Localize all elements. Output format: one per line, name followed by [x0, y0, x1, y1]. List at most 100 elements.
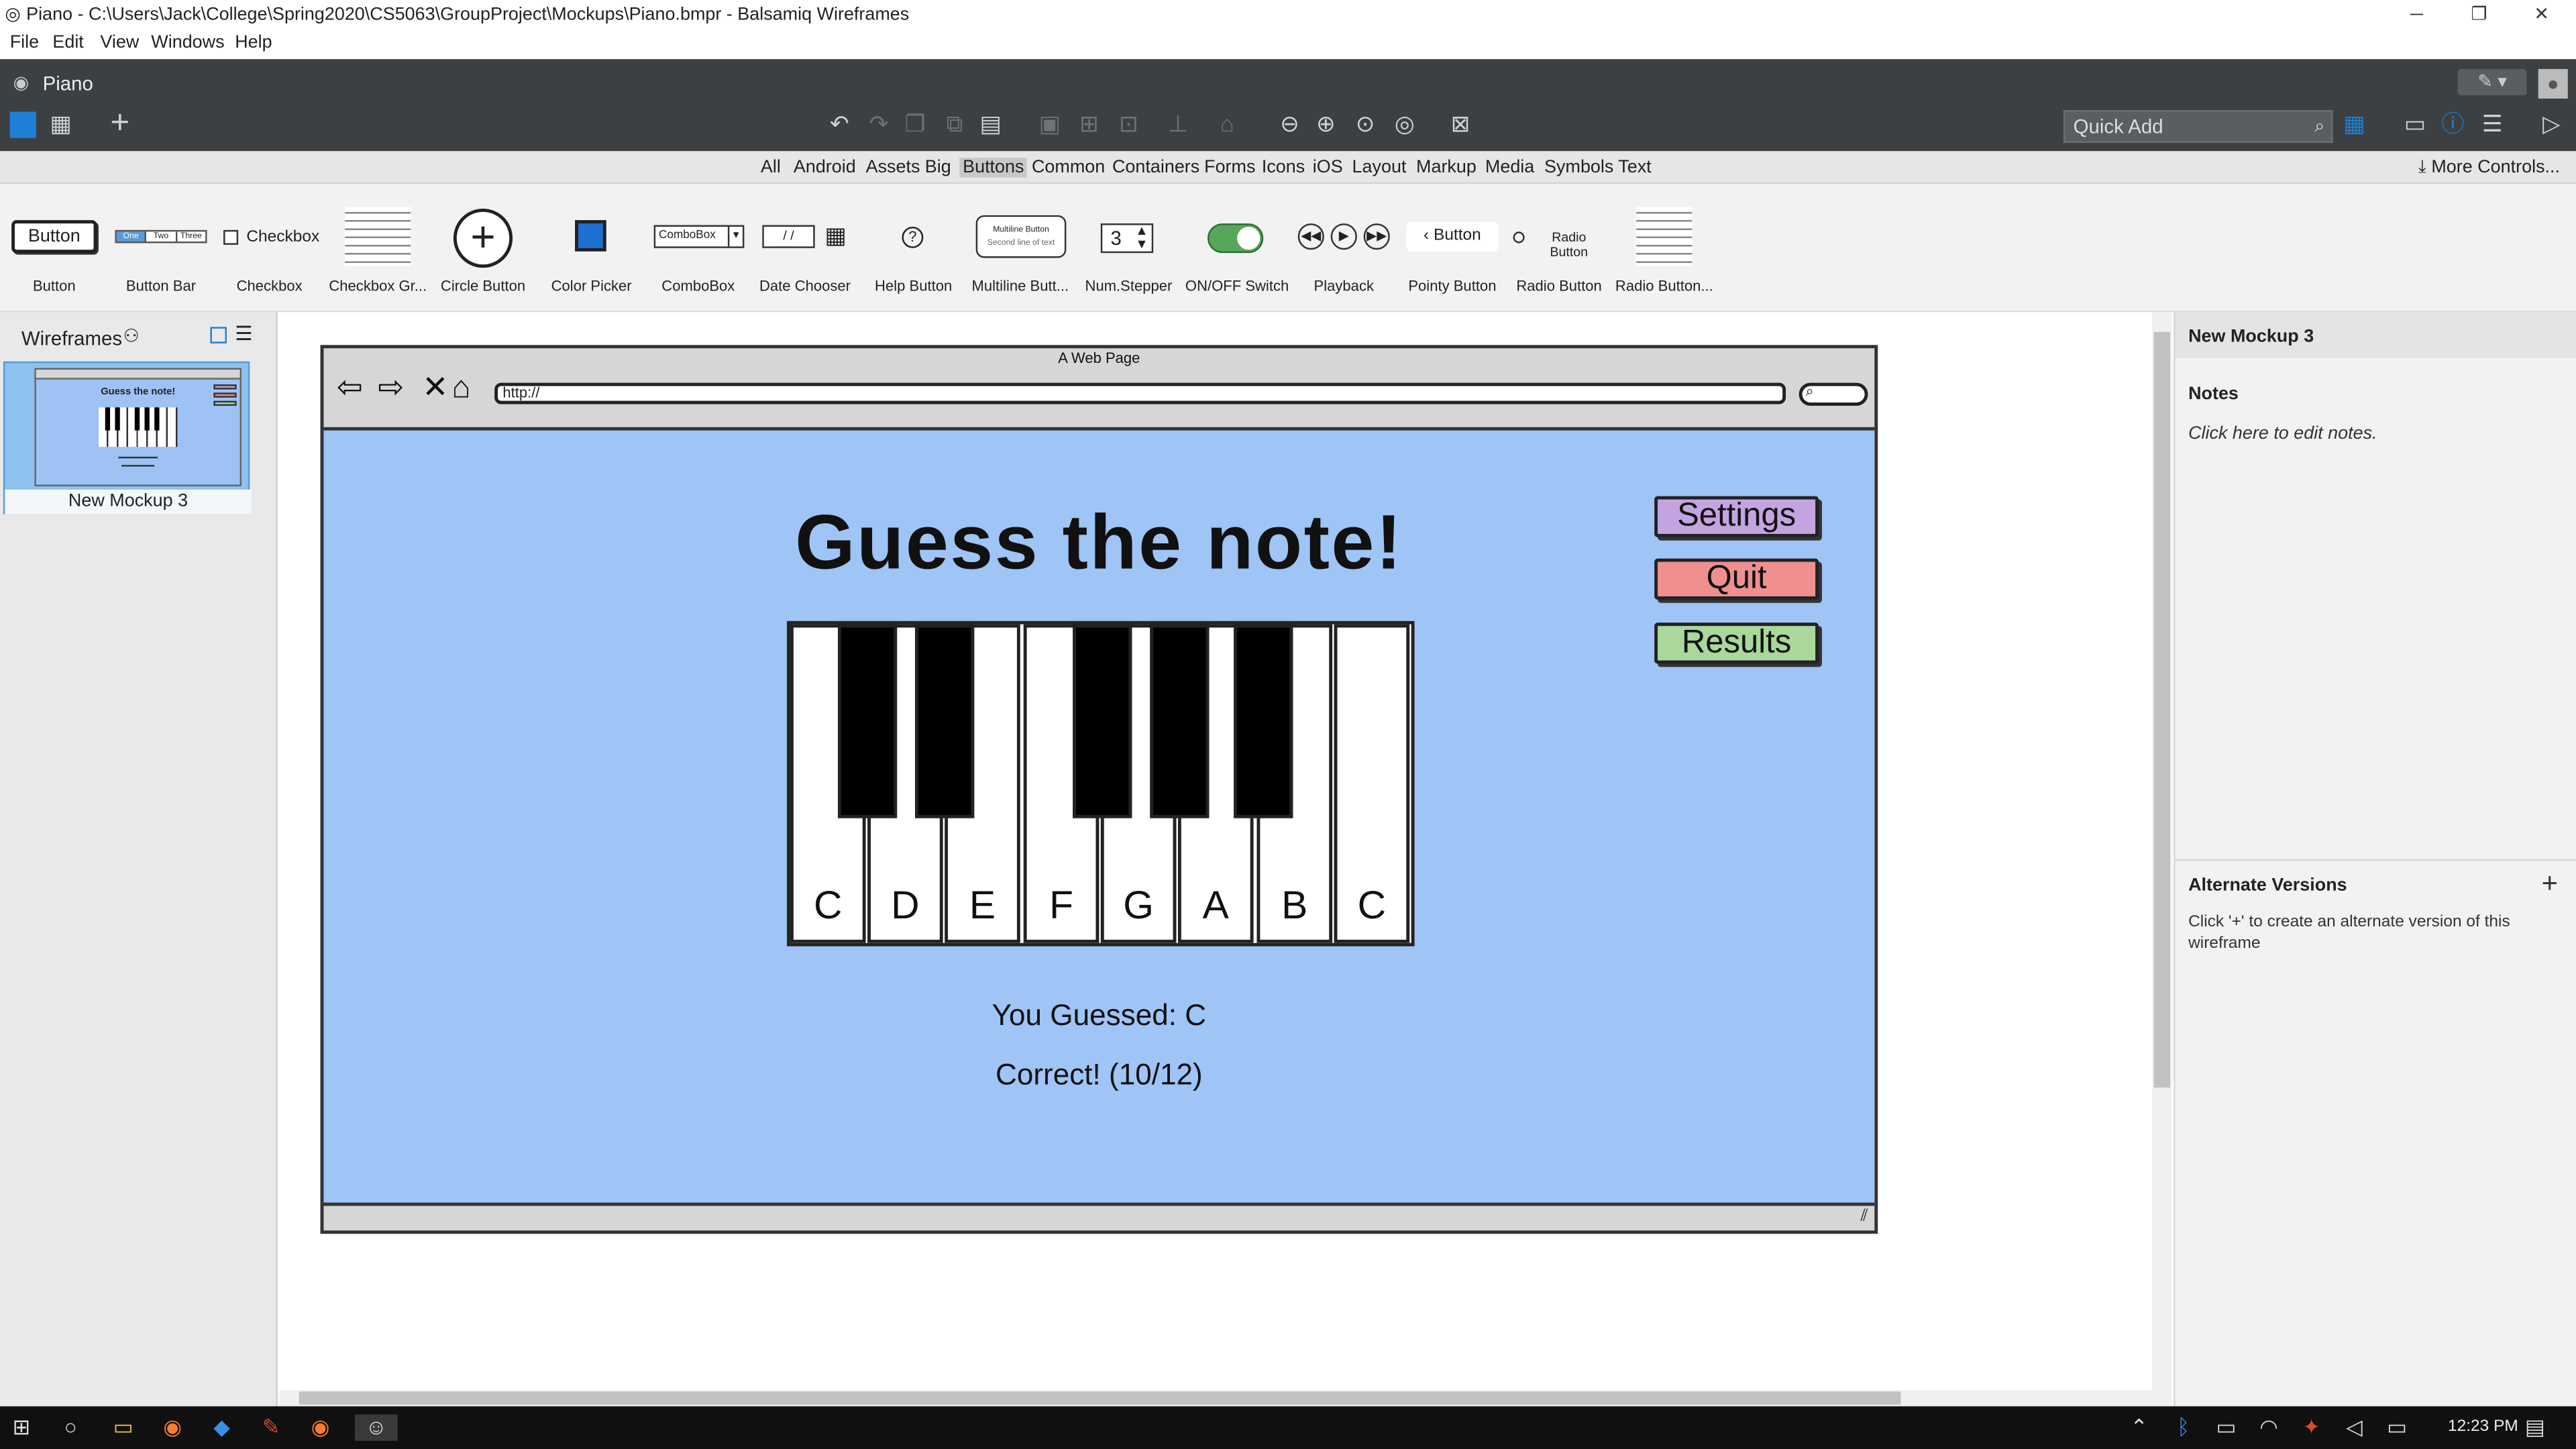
menu-edit[interactable]: Edit [52, 33, 83, 52]
category-forms[interactable]: Forms [1204, 158, 1255, 177]
volume-icon[interactable]: ◁ [2339, 1415, 2369, 1441]
category-common[interactable]: Common [1032, 158, 1105, 177]
component-radio-button[interactable]: Radio Button Radio Button [1511, 184, 1607, 312]
keyboard-icon[interactable]: ▭ [2382, 1415, 2412, 1441]
menu-windows[interactable]: Windows [151, 33, 224, 52]
bring-front-icon[interactable]: ⊡ [1114, 109, 1143, 138]
component-radio-button-group[interactable]: Radio Button... [1615, 184, 1713, 312]
info-icon[interactable]: ⓘ [2438, 109, 2467, 138]
tray-overflow-icon[interactable]: ⌃ [2125, 1415, 2154, 1441]
menu-help[interactable]: Help [235, 33, 272, 52]
single-view-icon[interactable] [9, 111, 36, 138]
copy-icon[interactable]: ⧉ [940, 109, 969, 138]
balsamiq-taskbar-icon[interactable]: ☺ [354, 1414, 398, 1441]
results-button[interactable]: Results [1654, 623, 1819, 664]
category-icons[interactable]: Icons [1262, 158, 1305, 177]
category-media[interactable]: Media [1485, 158, 1534, 177]
horizontal-scroll-thumb[interactable] [299, 1391, 1901, 1405]
add-icon[interactable]: + [105, 107, 135, 140]
black-key-a-sharp[interactable] [1234, 624, 1293, 818]
notes-edit-field[interactable]: Click here to edit notes. [2188, 424, 2377, 443]
vertical-scrollbar[interactable] [2152, 312, 2172, 1407]
grid-view-icon[interactable]: ▦ [46, 109, 76, 138]
zoom-fit-icon[interactable]: ◎ [1390, 109, 1419, 138]
firefox-icon[interactable]: ◉ [158, 1415, 187, 1441]
vertical-scroll-thumb[interactable] [2153, 331, 2171, 1088]
quick-add-input[interactable]: Quick Add ⌕ [2063, 110, 2333, 144]
align-icon[interactable]: ⊥ [1163, 109, 1193, 138]
component-on-off-switch[interactable]: ON/OFF Switch [1185, 184, 1289, 312]
close-button[interactable]: ✕ [2510, 0, 2573, 30]
zoom-in-icon[interactable]: ⊕ [1311, 109, 1340, 138]
paint-app-icon[interactable]: ✎ [256, 1415, 286, 1441]
category-markup[interactable]: Markup [1416, 158, 1477, 177]
canvas[interactable]: A Web Page ⇦ ⇨ ✕ ⌂ http:// ⌕ Guess the n… [279, 312, 2153, 1390]
list-view-icon[interactable]: ☰ [235, 322, 252, 345]
black-key-d-sharp[interactable] [915, 624, 975, 818]
component-num-stepper[interactable]: 3 ▲ ▼ Num.Stepper [1084, 184, 1173, 312]
component-help-button[interactable]: ? Help Button [871, 184, 956, 312]
component-playback[interactable]: ◀◀ ▶ ▶▶ Playback [1297, 184, 1390, 312]
file-explorer-icon[interactable]: ▭ [109, 1415, 138, 1441]
properties-icon[interactable]: ☰ [2477, 109, 2507, 138]
wifi-icon[interactable]: ◠ [2254, 1415, 2284, 1441]
wireframe-thumbnail[interactable]: Guess the note! New Mockup 3 [3, 361, 252, 515]
app-tray-icon[interactable]: ✦ [2297, 1415, 2326, 1441]
delete-icon[interactable]: ⊠ [1446, 109, 1475, 138]
notifications-icon[interactable]: ▤ [2520, 1415, 2550, 1441]
redo-icon[interactable]: ↷ [864, 109, 894, 138]
edit-mode-icon[interactable]: ✎ ▾ [2457, 68, 2527, 96]
menu-view[interactable]: View [100, 33, 139, 52]
black-key-c-sharp[interactable] [837, 624, 898, 818]
browser-window-mockup[interactable]: A Web Page ⇦ ⇨ ✕ ⌂ http:// ⌕ Guess the n… [320, 345, 1878, 1234]
ungroup-icon[interactable]: ⊞ [1075, 109, 1104, 138]
chat-app-icon[interactable]: ◆ [207, 1415, 237, 1441]
mockup-name[interactable]: New Mockup 3 [2175, 312, 2576, 358]
user-avatar-icon[interactable]: ● [2538, 68, 2568, 99]
component-pointy-button[interactable]: ‹ Button Pointy Button [1406, 184, 1499, 312]
category-big[interactable]: Big [925, 158, 951, 177]
category-assets[interactable]: Assets [866, 158, 920, 177]
undo-icon[interactable]: ↶ [824, 109, 854, 138]
component-button-bar[interactable]: One Two Three Button Bar [115, 184, 207, 312]
group-icon[interactable]: ▣ [1035, 109, 1065, 138]
component-multiline-button[interactable]: Multiline Button Second line of text Mul… [972, 184, 1069, 312]
settings-button[interactable]: Settings [1654, 496, 1819, 537]
category-text[interactable]: Text [1618, 158, 1651, 177]
add-alternate-version-button[interactable]: + [2542, 867, 2558, 900]
category-containers[interactable]: Containers [1112, 158, 1199, 177]
browser-app-icon[interactable]: ◉ [306, 1415, 335, 1441]
battery-icon[interactable]: ▭ [2211, 1415, 2241, 1441]
duplicate-icon[interactable]: ❐ [900, 109, 930, 138]
component-button[interactable]: Button Button [10, 184, 99, 312]
thumbnail-view-icon[interactable] [210, 327, 227, 343]
black-key-g-sharp[interactable] [1150, 624, 1210, 818]
ui-library-icon[interactable]: ▦ [2339, 109, 2369, 138]
component-checkbox[interactable]: Checkbox Checkbox [223, 184, 319, 312]
menu-file[interactable]: File [10, 33, 39, 52]
start-windows-icon[interactable]: ⊞ [7, 1415, 36, 1441]
restore-button[interactable]: ❐ [2448, 0, 2510, 30]
comment-icon[interactable]: ▭ [2400, 109, 2430, 138]
bluetooth-icon[interactable]: ᛒ [2169, 1415, 2198, 1441]
presentation-icon[interactable]: ▷ [2536, 109, 2566, 138]
lock-icon[interactable]: ⌂ [1212, 109, 1242, 138]
zoom-out-icon[interactable]: ⊖ [1275, 109, 1304, 138]
white-key-c-high[interactable]: C [1334, 624, 1410, 943]
component-circle-button[interactable]: + Circle Button [440, 184, 525, 312]
black-key-f-sharp[interactable] [1073, 624, 1132, 818]
component-checkbox-group[interactable]: Checkbox Gr... [329, 184, 427, 312]
component-date-chooser[interactable]: / / ▦ Date Chooser [759, 184, 851, 312]
component-color-picker[interactable]: Color Picker [549, 184, 634, 312]
horizontal-scrollbar[interactable] [279, 1389, 2153, 1407]
category-android[interactable]: Android [794, 158, 856, 177]
minimize-button[interactable]: ─ [2385, 0, 2448, 30]
category-ios[interactable]: iOS [1313, 158, 1343, 177]
category-layout[interactable]: Layout [1352, 158, 1407, 177]
quit-button[interactable]: Quit [1654, 558, 1819, 600]
component-combobox[interactable]: ComboBox ▾ ComboBox [653, 184, 746, 312]
link-icon[interactable]: ⚇ [123, 325, 140, 346]
cortana-search-icon[interactable]: ○ [56, 1415, 85, 1441]
category-buttons[interactable]: Buttons [959, 158, 1028, 178]
clock[interactable]: 12:23 PM [2448, 1417, 2518, 1436]
